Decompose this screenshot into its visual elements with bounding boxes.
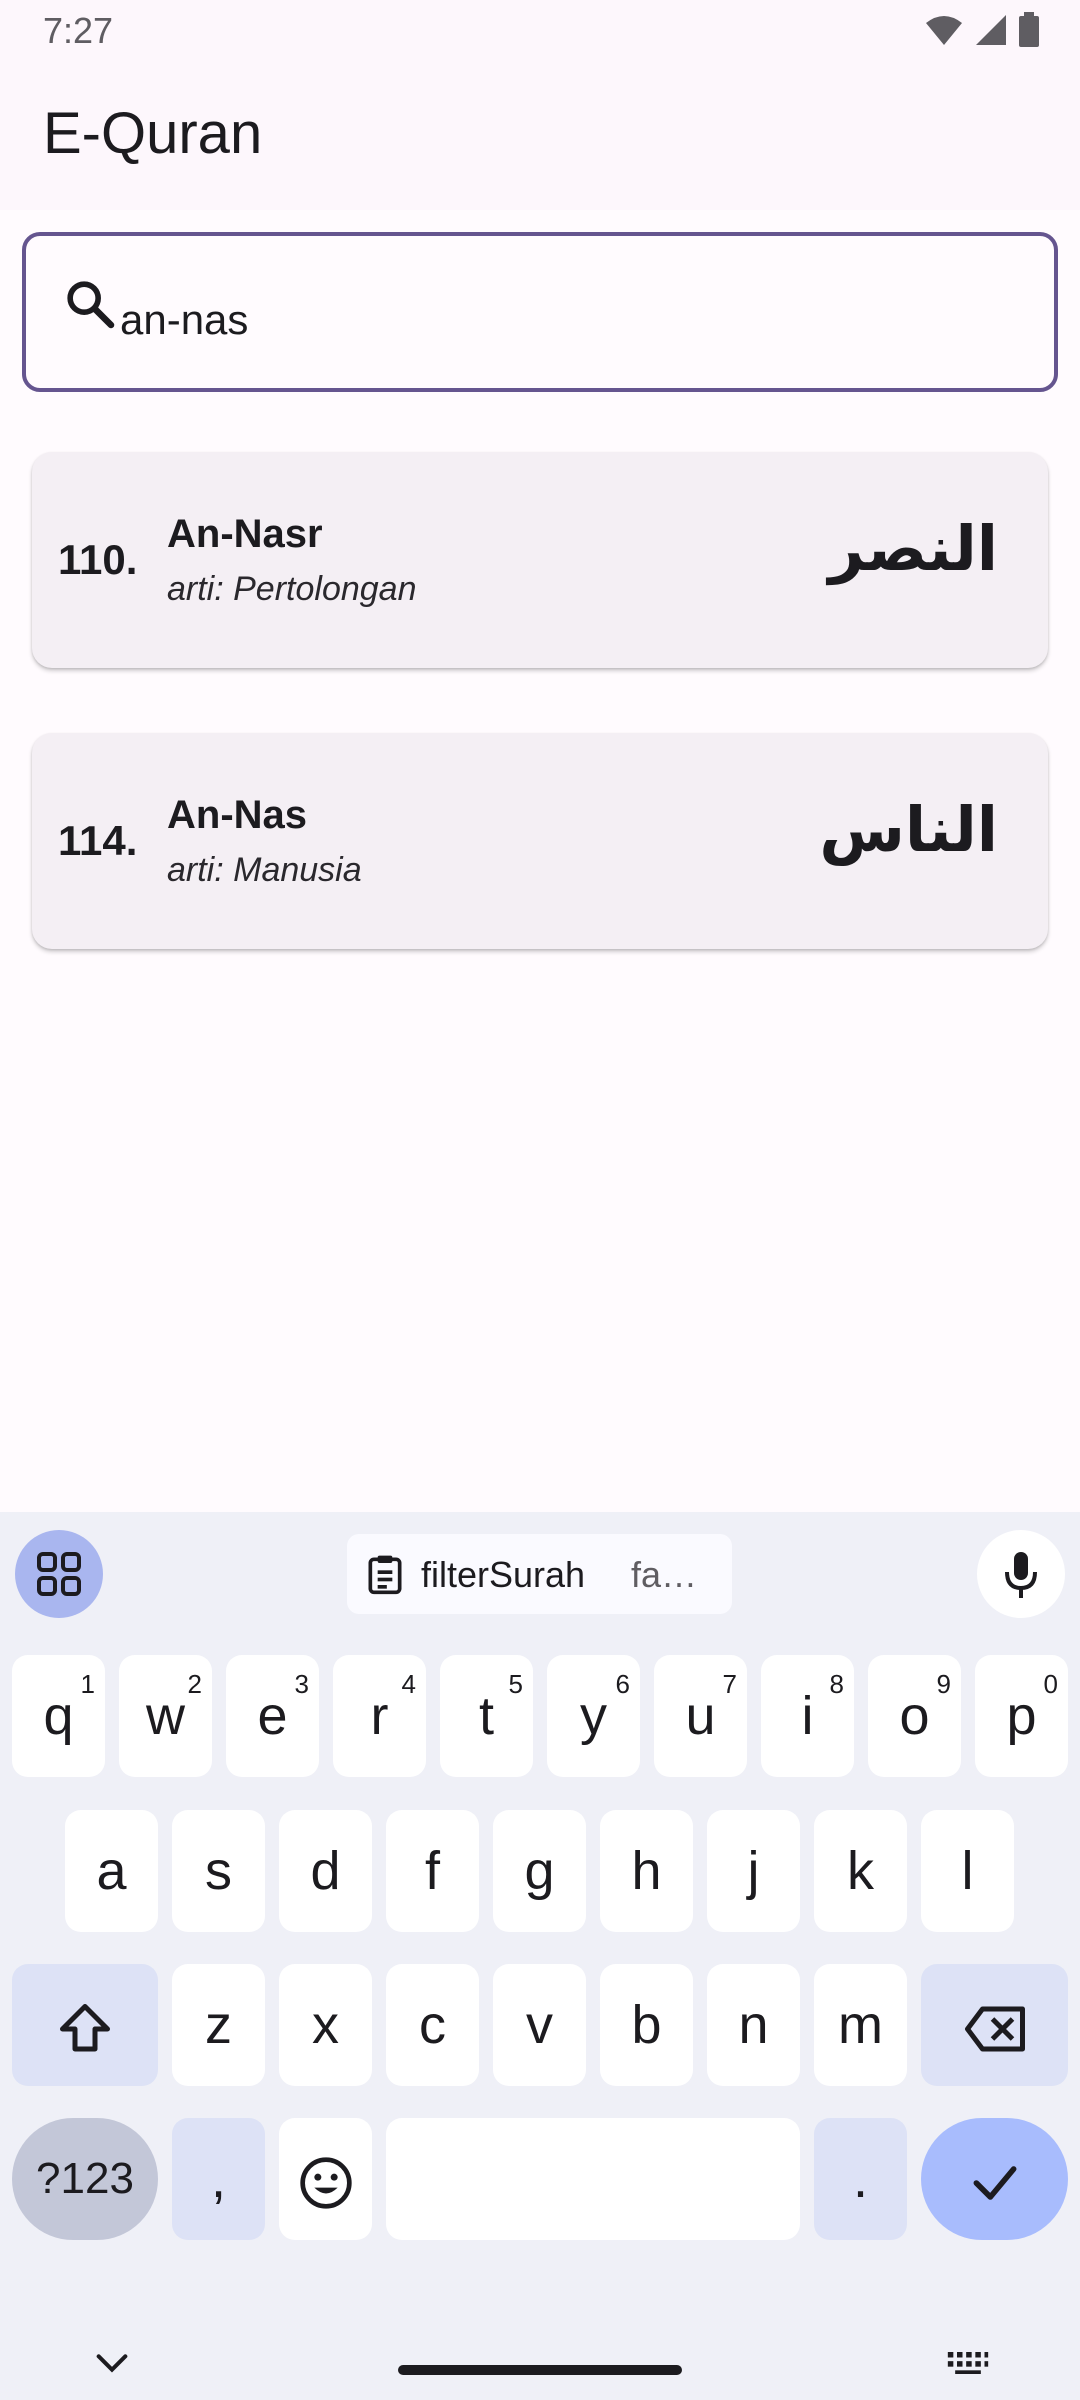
soft-keyboard: filterSurah fa… q1 w2 e3 r4 t5 y6 u7 i8 … <box>0 1512 1080 2400</box>
key-z[interactable]: z <box>172 1964 265 2086</box>
key-u[interactable]: u7 <box>654 1655 747 1777</box>
key-y[interactable]: y6 <box>547 1655 640 1777</box>
app-title: E-Quran <box>43 101 263 166</box>
surah-arabic-name: الناس <box>819 793 998 866</box>
keyboard-icon[interactable] <box>946 2350 990 2376</box>
keyboard-apps-button[interactable] <box>15 1530 103 1618</box>
enter-key[interactable] <box>921 2118 1068 2240</box>
key-hint: 6 <box>615 1669 630 1699</box>
key-v[interactable]: v <box>493 1964 586 2086</box>
key-n[interactable]: n <box>707 1964 800 2086</box>
key-label: o <box>899 1686 930 1746</box>
key-hint: 2 <box>187 1669 202 1699</box>
surah-number: 114. <box>58 817 138 864</box>
key-j[interactable]: j <box>707 1810 800 1932</box>
key-q[interactable]: q1 <box>12 1655 105 1777</box>
key-label: r <box>370 1686 389 1746</box>
key-hint: 3 <box>294 1669 309 1699</box>
key-o[interactable]: o9 <box>868 1655 961 1777</box>
key-p[interactable]: p0 <box>975 1655 1068 1777</box>
key-hint: 1 <box>80 1669 95 1699</box>
home-indicator[interactable] <box>398 2365 682 2375</box>
clipboard-suggestion-text: filterSurah <box>421 1554 586 1595</box>
key-a[interactable]: a <box>65 1810 158 1932</box>
battery-icon <box>1019 12 1039 47</box>
key-b[interactable]: b <box>600 1964 693 2086</box>
key-hint: 8 <box>829 1669 844 1699</box>
surah-name: An-Nasr <box>167 512 323 556</box>
grid-icon <box>37 1552 81 1596</box>
surah-name: An-Nas <box>167 793 308 837</box>
surah-card[interactable]: 114. An-Nas arti: Manusia الناس <box>32 733 1048 949</box>
search-input[interactable]: an-nas <box>22 232 1058 392</box>
surah-meaning: arti: Pertolongan <box>167 570 417 608</box>
emoji-icon <box>299 2157 352 2209</box>
key-r[interactable]: r4 <box>333 1655 426 1777</box>
key-h[interactable]: h <box>600 1810 693 1932</box>
search-icon <box>67 281 115 329</box>
key-label: t <box>478 1686 494 1746</box>
key-w[interactable]: w2 <box>119 1655 212 1777</box>
key-hint: 7 <box>722 1669 737 1699</box>
key-x[interactable]: x <box>279 1964 372 2086</box>
key-f[interactable]: f <box>386 1810 479 1932</box>
key-label: u <box>685 1686 716 1746</box>
key-e[interactable]: e3 <box>226 1655 319 1777</box>
key-hint: 9 <box>936 1669 951 1699</box>
key-label: y <box>580 1686 607 1746</box>
surah-meaning: arti: Manusia <box>167 851 362 889</box>
key-l[interactable]: l <box>921 1810 1014 1932</box>
key-label: e <box>257 1686 288 1746</box>
surah-arabic-name: النصر <box>828 512 998 585</box>
key-hint: 4 <box>401 1669 416 1699</box>
key-m[interactable]: m <box>814 1964 907 2086</box>
app-bar: E-Quran <box>0 60 1080 210</box>
cellular-signal-icon <box>976 15 1006 45</box>
backspace-key[interactable] <box>921 1964 1068 2086</box>
key-k[interactable]: k <box>814 1810 907 1932</box>
clipboard-icon <box>368 1555 402 1595</box>
key-s[interactable]: s <box>172 1810 265 1932</box>
search-input-value: an-nas <box>120 296 249 343</box>
shift-key[interactable] <box>12 1964 158 2086</box>
key-t[interactable]: t5 <box>440 1655 533 1777</box>
key-c[interactable]: c <box>386 1964 479 2086</box>
status-bar: 7:27 <box>0 0 1080 60</box>
key-hint: 0 <box>1043 1669 1058 1699</box>
microphone-icon <box>1005 1552 1037 1598</box>
chevron-down-icon[interactable] <box>92 2348 132 2378</box>
wifi-icon <box>926 16 962 45</box>
period-key[interactable]: . <box>814 2118 907 2240</box>
key-label: p <box>1006 1686 1037 1746</box>
key-label: i <box>801 1686 814 1746</box>
backspace-icon <box>964 2006 1025 2052</box>
surah-number: 110. <box>58 536 138 583</box>
key-g[interactable]: g <box>493 1810 586 1932</box>
voice-input-button[interactable] <box>977 1530 1065 1618</box>
shift-icon <box>60 2003 110 2052</box>
clipboard-suggestion[interactable]: filterSurah fa… <box>347 1534 732 1614</box>
key-label: w <box>146 1686 185 1746</box>
check-icon <box>973 2165 1016 2200</box>
key-label: q <box>43 1686 74 1746</box>
surah-card[interactable]: 110. An-Nasr arti: Pertolongan النصر <box>32 452 1048 668</box>
status-time: 7:27 <box>43 10 114 51</box>
emoji-key[interactable] <box>279 2118 372 2240</box>
space-key[interactable] <box>386 2118 800 2240</box>
status-icons <box>924 12 1040 48</box>
key-hint: 5 <box>508 1669 523 1699</box>
clipboard-suggestion-more: fa… <box>631 1554 698 1595</box>
key-d[interactable]: d <box>279 1810 372 1932</box>
symbols-key[interactable]: ?123 <box>12 2118 158 2240</box>
comma-key[interactable]: , <box>172 2118 265 2240</box>
key-i[interactable]: i8 <box>761 1655 854 1777</box>
